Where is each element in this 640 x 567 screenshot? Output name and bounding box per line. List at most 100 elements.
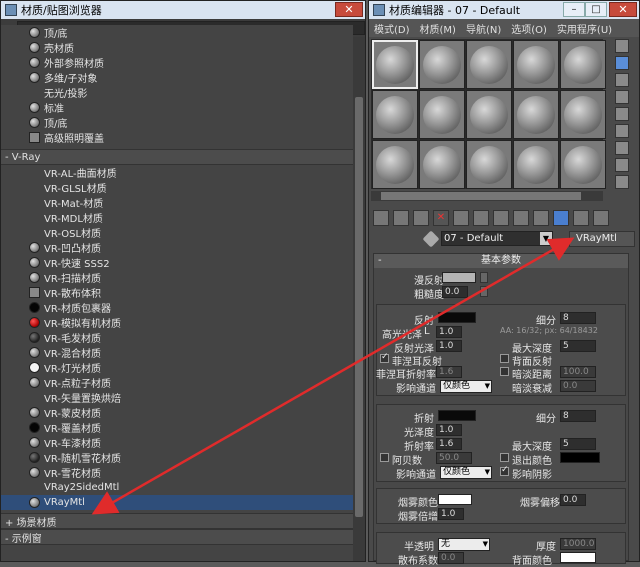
options-icon[interactable]	[615, 141, 629, 155]
sample-slot[interactable]	[466, 140, 512, 189]
material-id-icon[interactable]	[513, 210, 529, 226]
material-list-item[interactable]: VR-毛发材质	[1, 330, 353, 345]
lock-label[interactable]: L	[424, 326, 430, 337]
menu-navigation[interactable]: 导航(N)	[461, 21, 506, 36]
menu-mode[interactable]: 模式(D)	[369, 21, 415, 36]
sample-slots-group[interactable]: - 示例窗	[1, 529, 353, 545]
refl-gloss-input[interactable]: 1.0	[436, 340, 462, 352]
roughness-input[interactable]: 0.0	[442, 286, 468, 298]
diffuse-color-swatch[interactable]	[442, 272, 476, 283]
show-end-result-icon[interactable]	[553, 210, 569, 226]
select-by-material-icon[interactable]	[615, 158, 629, 172]
fog-mult-input[interactable]: 1.0	[438, 508, 464, 520]
roughness-map-button[interactable]	[480, 286, 488, 297]
rollout-header[interactable]: - 基本参数	[374, 254, 628, 268]
fog-color-swatch[interactable]	[438, 494, 472, 505]
reflect-color-swatch[interactable]	[438, 312, 476, 323]
sample-slot[interactable]	[560, 90, 606, 139]
close-button[interactable]: ✕	[609, 2, 637, 17]
material-list-item[interactable]: VR-材质包裹器	[1, 300, 353, 315]
material-list-item[interactable]: VR-混合材质	[1, 345, 353, 360]
affect-shadows-checkbox[interactable]	[500, 465, 509, 476]
go-forward-sibling-icon[interactable]	[593, 210, 609, 226]
material-type-button[interactable]: VRayMtl	[569, 231, 635, 247]
refract-channels-select[interactable]: 仅颜色	[440, 466, 492, 479]
back-color-swatch[interactable]	[560, 552, 596, 563]
sample-slot[interactable]	[513, 40, 559, 89]
scene-materials-group[interactable]: + 场景材质	[1, 513, 353, 529]
sample-slot[interactable]	[466, 40, 512, 89]
menu-utilities[interactable]: 实用程序(U)	[552, 21, 617, 36]
material-list-item[interactable]: VR-MDL材质	[1, 210, 353, 225]
close-button[interactable]: ✕	[335, 2, 363, 17]
sample-slot[interactable]	[372, 140, 418, 189]
material-list-item[interactable]: 壳材质	[1, 40, 353, 55]
assign-to-selection-icon[interactable]	[413, 210, 429, 226]
browser-titlebar[interactable]: 材质/贴图浏览器 ✕	[1, 1, 365, 19]
material-list-item[interactable]: VR-雪花材质	[1, 465, 353, 480]
reflect-max-depth-input[interactable]: 5	[560, 340, 596, 352]
material-navigator-icon[interactable]	[615, 175, 629, 189]
copy-material-icon[interactable]	[453, 210, 469, 226]
material-list-item[interactable]: VR-GLSL材质	[1, 180, 353, 195]
fresnel-ior-input[interactable]: 1.6	[436, 366, 462, 378]
slot-scroll-thumb[interactable]	[381, 192, 581, 200]
sample-slot[interactable]	[560, 140, 606, 189]
scatter-input[interactable]: 0.0	[438, 552, 464, 564]
material-list-item[interactable]: VR-凹凸材质	[1, 240, 353, 255]
material-list-item[interactable]: 顶/底	[1, 25, 353, 40]
material-list-item[interactable]: VR-灯光材质	[1, 360, 353, 375]
get-material-icon[interactable]	[373, 210, 389, 226]
abbe-input[interactable]: 50.0	[436, 452, 472, 464]
material-list-item[interactable]: VR-OSL材质	[1, 225, 353, 240]
exit-color-swatch[interactable]	[560, 452, 600, 463]
sample-slot[interactable]	[466, 90, 512, 139]
sample-slot[interactable]	[372, 40, 418, 89]
sample-type-icon[interactable]	[615, 39, 629, 53]
material-name-field[interactable]: 07 - Default ▼	[441, 231, 553, 246]
menu-material[interactable]: 材质(M)	[415, 21, 461, 36]
material-list-item[interactable]: VR-蒙皮材质	[1, 405, 353, 420]
list-scrollbar[interactable]	[353, 37, 365, 561]
material-list-item[interactable]: VR-模拟有机材质	[1, 315, 353, 330]
put-to-scene-icon[interactable]	[393, 210, 409, 226]
put-to-library-icon[interactable]	[493, 210, 509, 226]
reset-map-icon[interactable]: ✕	[433, 210, 449, 226]
abbe-checkbox[interactable]	[380, 453, 389, 462]
material-list-item[interactable]: VR-车漆材质	[1, 435, 353, 450]
refract-max-depth-input[interactable]: 5	[560, 438, 596, 450]
sample-slot[interactable]	[560, 40, 606, 89]
dim-falloff-input[interactable]: 0.0	[560, 380, 596, 392]
dim-distance-checkbox[interactable]	[500, 367, 509, 376]
material-list-item[interactable]: 外部参照材质	[1, 55, 353, 70]
video-check-icon[interactable]	[615, 107, 629, 121]
back-reflect-checkbox[interactable]	[500, 354, 509, 363]
material-list-item[interactable]: VR-AL-曲面材质	[1, 165, 353, 180]
menu-options[interactable]: 选项(O)	[506, 21, 552, 36]
sample-slot[interactable]	[419, 40, 465, 89]
uv-tiling-icon[interactable]	[615, 90, 629, 104]
minimize-button[interactable]: –	[563, 2, 585, 17]
sample-slot[interactable]	[513, 140, 559, 189]
affect-channels-select[interactable]: 仅颜色	[440, 380, 492, 393]
refract-subdivs-input[interactable]: 8	[560, 410, 596, 422]
dim-distance-input[interactable]: 100.0	[560, 366, 596, 378]
thickness-input[interactable]: 1000.0	[560, 538, 596, 550]
eyedropper-icon[interactable]	[422, 230, 440, 247]
sample-slot[interactable]	[419, 90, 465, 139]
material-list-item[interactable]: VRay2SidedMtl	[1, 480, 353, 495]
make-preview-icon[interactable]	[615, 124, 629, 138]
go-to-parent-icon[interactable]	[573, 210, 589, 226]
refract-color-swatch[interactable]	[438, 410, 476, 421]
vray-group-header[interactable]: - V-Ray	[1, 149, 353, 165]
material-list-item[interactable]: VRayMtl	[1, 495, 353, 510]
scrollbar-thumb[interactable]	[355, 97, 363, 517]
backlight-icon[interactable]	[615, 56, 629, 70]
material-list-item[interactable]: VR-点粒子材质	[1, 375, 353, 390]
sample-slot[interactable]	[513, 90, 559, 139]
fog-bias-input[interactable]: 0.0	[560, 494, 586, 506]
translucency-select[interactable]: 无	[438, 538, 490, 551]
sample-slot[interactable]	[419, 140, 465, 189]
maximize-button[interactable]: □	[585, 2, 607, 17]
ior-input[interactable]: 1.6	[436, 438, 462, 450]
